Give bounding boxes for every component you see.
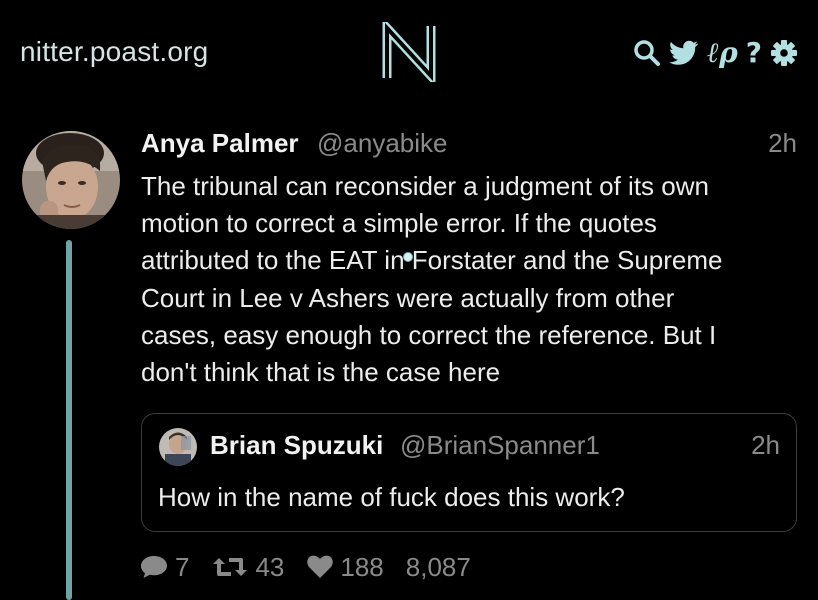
tweet-date-link[interactable]: 2h [768, 128, 797, 159]
quote-date[interactable]: 2h [751, 430, 780, 461]
nav-icons: ℓρ ? [633, 38, 798, 68]
quote-text: How in the name of fuck does this work? [158, 482, 625, 512]
tweet-content: The tribunal can reconsider a judgment o… [141, 171, 723, 388]
like-stat[interactable]: 188 [306, 551, 384, 583]
gear-icon[interactable] [770, 39, 798, 67]
cursor-dot [403, 252, 413, 262]
username-link[interactable]: @anyabike [317, 128, 447, 159]
views-stat: 8,087 [406, 552, 471, 583]
tweet-stats: 7 43 188 8,087 [139, 550, 493, 584]
quote-fullname[interactable]: Brian Spuzuki [210, 430, 383, 461]
search-icon[interactable] [633, 39, 661, 67]
comment-icon [141, 556, 167, 578]
reply-stat[interactable]: 7 [139, 552, 189, 583]
navbar: nitter.poast.org ℓρ ? [0, 0, 818, 106]
help-icon[interactable]: ? [746, 39, 762, 67]
quote-username[interactable]: @BrianSpanner1 [400, 430, 600, 461]
quote-avatar[interactable] [159, 428, 197, 466]
like-count: 188 [340, 551, 384, 582]
fullname-link[interactable]: Anya Palmer [141, 128, 299, 159]
twitter-bird-icon[interactable] [669, 40, 699, 66]
site-name-link[interactable]: nitter.poast.org [20, 36, 208, 68]
avatar[interactable] [22, 131, 120, 229]
tweet-header: Anya Palmer @anyabike 2h [141, 128, 797, 162]
reply-count: 7 [175, 551, 190, 582]
retweet-count: 43 [255, 551, 285, 582]
views-count: 8,087 [405, 551, 471, 582]
nitter-logo[interactable] [381, 22, 437, 82]
rss-icon[interactable]: ℓρ [707, 39, 738, 67]
retweet-stat[interactable]: 43 [211, 552, 284, 583]
retweet-icon [213, 558, 248, 576]
heart-icon [307, 555, 334, 578]
quote-card[interactable]: Brian Spuzuki @BrianSpanner1 2h How in t… [141, 413, 797, 532]
thread-line [66, 240, 72, 600]
